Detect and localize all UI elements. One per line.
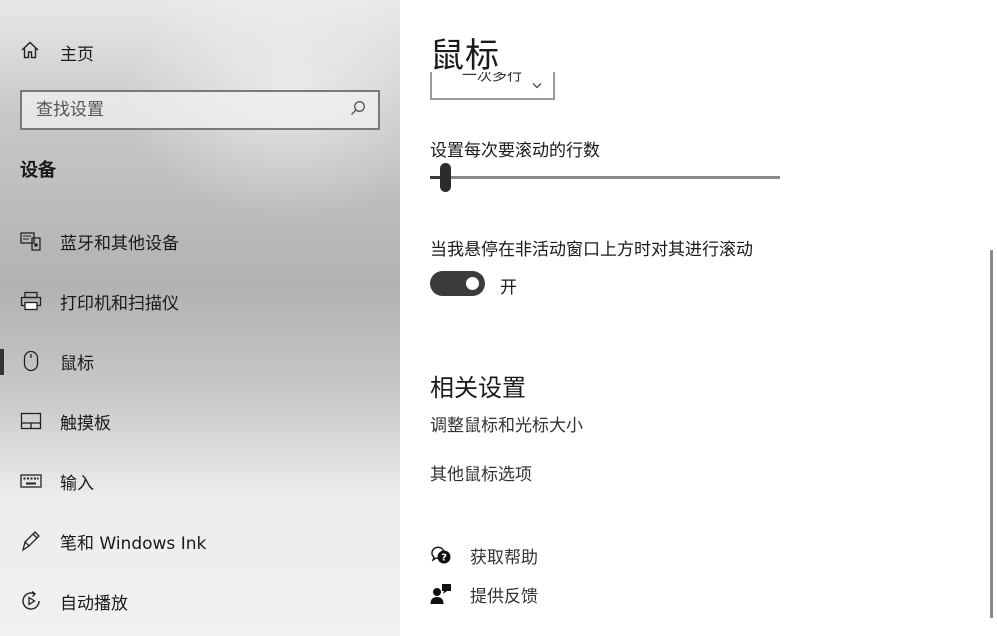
sidebar-item-bluetooth[interactable]: 蓝牙和其他设备: [0, 213, 400, 269]
link-additional-mouse-options[interactable]: 其他鼠标选项: [430, 460, 532, 485]
mouse-icon: [20, 350, 42, 372]
selection-indicator: [0, 349, 4, 375]
slider-thumb[interactable]: [440, 163, 452, 192]
hover-scroll-toggle[interactable]: [430, 271, 485, 296]
search-box[interactable]: [20, 90, 380, 130]
sidebar-item-autoplay[interactable]: 自动播放: [0, 573, 400, 629]
svg-text:?: ?: [441, 553, 447, 564]
home-icon: [20, 40, 40, 64]
give-feedback-link[interactable]: 提供反馈: [430, 580, 538, 608]
slider-track: [430, 176, 780, 179]
dropdown-value: 一次多行: [462, 72, 523, 84]
chevron-down-icon: [532, 74, 542, 93]
sidebar-item-printers[interactable]: 打印机和扫描仪: [0, 273, 400, 329]
main-content: 鼠标 一次多行 设置每次要滚动的行数 当我悬停在非活动窗口上方时对其进行滚动 开…: [400, 0, 997, 636]
get-help-label: 获取帮助: [470, 547, 538, 568]
sidebar-item-label: 自动播放: [60, 593, 128, 614]
hover-scroll-label: 当我悬停在非活动窗口上方时对其进行滚动: [430, 240, 753, 260]
feedback-icon: [430, 583, 452, 605]
sidebar-item-label: 蓝牙和其他设备: [60, 233, 179, 254]
sidebar-item-mouse[interactable]: 鼠标: [0, 333, 400, 389]
get-help-link[interactable]: ? 获取帮助: [430, 541, 538, 569]
sidebar-item-label: 打印机和扫描仪: [60, 293, 179, 314]
printer-icon: [20, 290, 42, 312]
sidebar-item-label: 触摸板: [60, 413, 111, 434]
toggle-state-label: 开: [500, 278, 517, 298]
sidebar-item-label: 笔和 Windows Ink: [60, 533, 207, 554]
page-title: 鼠标: [430, 36, 500, 76]
scroll-lines-label: 设置每次要滚动的行数: [430, 141, 600, 161]
sidebar-item-label: 输入: [60, 473, 94, 494]
sidebar-item-touchpad[interactable]: 触摸板: [0, 393, 400, 449]
link-adjust-cursor-size[interactable]: 调整鼠标和光标大小: [430, 411, 583, 436]
sidebar-item-label: 鼠标: [60, 353, 94, 374]
scroll-mode-dropdown[interactable]: 一次多行: [430, 72, 555, 100]
toggle-knob: [466, 277, 479, 290]
section-heading: 设备: [20, 160, 56, 181]
bluetooth-devices-icon: [20, 230, 42, 252]
home-label: 主页: [60, 44, 94, 65]
related-settings-heading: 相关设置: [430, 374, 526, 402]
scrollbar[interactable]: [990, 250, 993, 618]
search-input[interactable]: [36, 100, 350, 120]
keyboard-icon: [20, 470, 42, 492]
sidebar-home[interactable]: 主页: [20, 38, 94, 66]
help-chat-icon: ?: [430, 544, 452, 566]
search-icon[interactable]: [350, 100, 366, 120]
pen-icon: [20, 530, 42, 552]
sidebar-item-typing[interactable]: 输入: [0, 453, 400, 509]
autoplay-icon: [20, 590, 42, 612]
touchpad-icon: [20, 410, 42, 432]
sidebar-item-pen[interactable]: 笔和 Windows Ink: [0, 513, 400, 569]
scroll-lines-slider[interactable]: [430, 163, 780, 193]
give-feedback-label: 提供反馈: [470, 586, 538, 607]
sidebar: 主页 设备 蓝牙和其他设备 打印机和扫描仪 鼠标 触摸板: [0, 0, 400, 636]
